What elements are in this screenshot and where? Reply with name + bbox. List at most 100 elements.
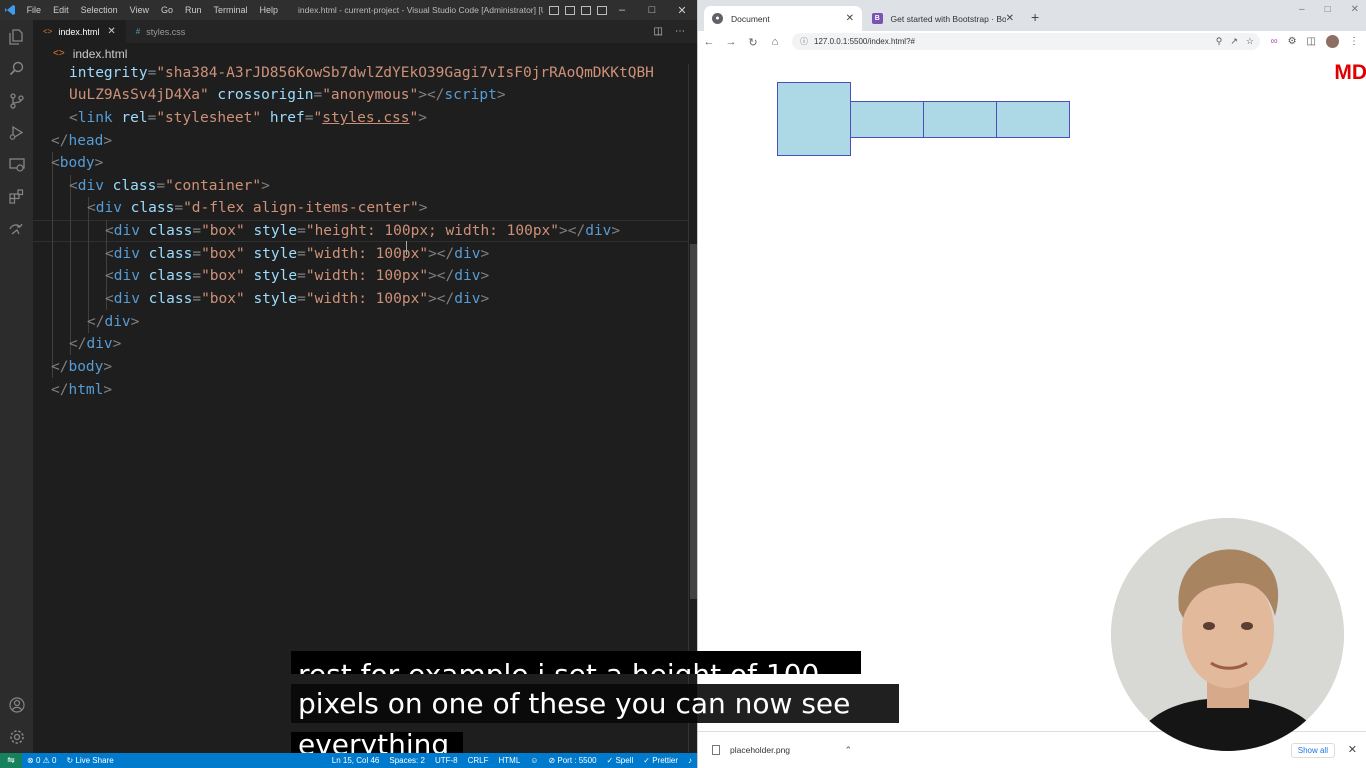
browser-menu-icon[interactable]: ⋮ <box>1349 36 1359 47</box>
menu-file[interactable]: File <box>21 0 48 20</box>
menu-go[interactable]: Go <box>155 0 179 20</box>
reload-icon[interactable]: ↻ <box>742 36 764 49</box>
home-icon[interactable]: ⌂ <box>764 36 786 48</box>
forward-arrow-icon[interactable]: → <box>720 36 742 48</box>
menu-view[interactable]: View <box>124 0 155 20</box>
browser-tab-document[interactable]: ● Document ✕ <box>704 6 862 31</box>
warning-count: 0 <box>52 756 57 765</box>
extension-icon[interactable]: ∞ <box>1270 36 1277 47</box>
breadcrumb-file[interactable]: index.html <box>73 47 128 61</box>
mouse-text-cursor <box>406 241 407 255</box>
url-text[interactable]: 127.0.0.1:5500/index.html?# <box>814 37 915 46</box>
file-icon <box>712 745 720 755</box>
browser-tab-strip: ● Document ✕ B Get started with Bootstra… <box>698 0 1366 31</box>
scrollbar-thumb[interactable] <box>690 244 697 599</box>
close-tab-icon[interactable]: ✕ <box>846 13 854 24</box>
maximize-icon[interactable]: □ <box>1325 4 1331 15</box>
explorer-icon[interactable] <box>8 28 25 45</box>
menu-edit[interactable]: Edit <box>47 0 75 20</box>
css-file-icon: # <box>135 27 141 36</box>
puzzle-extensions-icon[interactable]: ⚙ <box>1288 36 1297 47</box>
status-bar: ⇋ ⊗ 0 ⚠ 0 ↻ Live Share Ln 15, Col 46 Spa… <box>0 753 697 768</box>
tall-box <box>777 82 851 156</box>
address-bar[interactable]: ⓘ 127.0.0.1:5500/index.html?# ⚲ ↗ ☆ <box>792 33 1260 50</box>
new-tab-icon[interactable]: + <box>1031 9 1039 25</box>
close-shelf-icon[interactable]: ✕ <box>1348 743 1357 756</box>
minimize-icon[interactable]: – <box>1299 4 1305 15</box>
profile-avatar[interactable] <box>1326 35 1339 48</box>
settings-gear-icon[interactable] <box>8 728 25 745</box>
toggle-panel-icon[interactable] <box>565 5 575 15</box>
close-window-icon[interactable]: ✕ <box>1351 4 1359 15</box>
run-debug-icon[interactable] <box>8 124 25 141</box>
close-tab-icon[interactable]: ✕ <box>107 26 115 37</box>
tab-styles-css[interactable]: # styles.css <box>126 20 195 43</box>
code-line: <div class="box" style="height: 100px; w… <box>105 223 621 239</box>
window-controls: – □ ✕ <box>607 4 697 17</box>
menu-help[interactable]: Help <box>254 0 285 20</box>
indent-guide <box>52 152 53 378</box>
menu-selection[interactable]: Selection <box>75 0 124 20</box>
end-of-line[interactable]: CRLF <box>463 756 494 765</box>
menu-terminal[interactable]: Terminal <box>208 0 254 20</box>
cursor-position[interactable]: Ln 15, Col 46 <box>327 756 385 765</box>
spell-check[interactable]: ✓ Spell <box>602 756 639 765</box>
live-server-port[interactable]: ⊘ Port : 5500 <box>543 756 601 765</box>
minimize-icon[interactable]: – <box>607 4 637 17</box>
error-count: 0 <box>35 756 41 765</box>
code-line: </div> <box>69 336 122 352</box>
bookmark-star-icon[interactable]: ☆ <box>1246 36 1254 47</box>
menu-run[interactable]: Run <box>179 0 208 20</box>
site-info-icon[interactable]: ⓘ <box>800 36 808 47</box>
source-control-icon[interactable] <box>8 92 25 109</box>
side-panel-icon[interactable]: ◫ <box>1307 36 1316 47</box>
editor-scrollbar[interactable] <box>688 64 697 752</box>
code-line: UuLZ9AsSv4jD4Xa" crossorigin="anonymous"… <box>69 87 506 103</box>
tab-index-html[interactable]: <> index.html ✕ <box>33 20 126 43</box>
remote-explorer-icon[interactable] <box>8 156 25 173</box>
extensions-icon[interactable] <box>8 188 25 205</box>
editor-actions: ◫ ⋯ <box>654 20 697 43</box>
language-mode[interactable]: HTML <box>494 756 526 765</box>
zoom-icon[interactable]: ⚲ <box>1216 36 1223 47</box>
presenter-image <box>1111 518 1344 751</box>
toggle-secondary-sidebar-icon[interactable] <box>581 5 591 15</box>
window-title: index.html - current-project - Visual St… <box>298 5 543 15</box>
share-icon[interactable]: ↗ <box>1230 36 1238 47</box>
close-window-icon[interactable]: ✕ <box>667 4 697 17</box>
problems-indicator[interactable]: ⊗ 0 ⚠ 0 <box>22 756 61 765</box>
close-tab-icon[interactable]: ✕ <box>1006 13 1014 24</box>
download-item[interactable]: placeholder.png ⌃ <box>712 745 852 756</box>
chevron-up-icon[interactable]: ⌃ <box>844 745 852 756</box>
remote-indicator-icon[interactable]: ⇋ <box>0 753 22 768</box>
code-line: <body> <box>51 155 104 171</box>
screen: File Edit Selection View Go Run Terminal… <box>0 0 1366 768</box>
tab-title: Document <box>731 13 770 24</box>
back-arrow-icon[interactable]: ← <box>698 36 720 48</box>
live-share-icon[interactable] <box>8 220 25 237</box>
prettier-label: Prettier <box>652 756 678 765</box>
live-share-button[interactable]: ↻ Live Share <box>61 756 118 765</box>
accounts-icon[interactable] <box>8 696 25 713</box>
browser-tab-bootstrap[interactable]: B Get started with Bootstrap · Boot ✕ <box>864 6 1022 31</box>
show-all-button[interactable]: Show all <box>1290 743 1335 758</box>
code-line: </body> <box>51 359 113 375</box>
spell-label: Spell <box>615 756 634 765</box>
html-file-icon: <> <box>43 27 53 36</box>
customize-layout-icon[interactable] <box>597 5 607 15</box>
indentation[interactable]: Spaces: 2 <box>384 756 430 765</box>
toggle-sidebar-icon[interactable] <box>549 5 559 15</box>
extensions-area: ∞ ⚙ ◫ ⋮ <box>1270 35 1359 48</box>
search-icon[interactable] <box>8 60 25 77</box>
html-file-icon: <> <box>53 48 65 59</box>
code-editor[interactable]: integrity="sha384-A3rJD856KowSb7dwlZdYEk… <box>33 64 688 752</box>
split-editor-icon[interactable]: ◫ <box>654 26 663 37</box>
code-line: integrity="sha384-A3rJD856KowSb7dwlZdYEk… <box>69 65 654 81</box>
maximize-icon[interactable]: □ <box>637 4 667 17</box>
accessibility-icon[interactable]: ☺ <box>525 756 543 765</box>
notifications-bell-icon[interactable]: ♪ <box>683 756 697 765</box>
title-bar: File Edit Selection View Go Run Terminal… <box>0 0 697 20</box>
encoding[interactable]: UTF-8 <box>430 756 463 765</box>
prettier-status[interactable]: ✓ Prettier <box>638 756 683 765</box>
more-actions-icon[interactable]: ⋯ <box>675 26 685 37</box>
